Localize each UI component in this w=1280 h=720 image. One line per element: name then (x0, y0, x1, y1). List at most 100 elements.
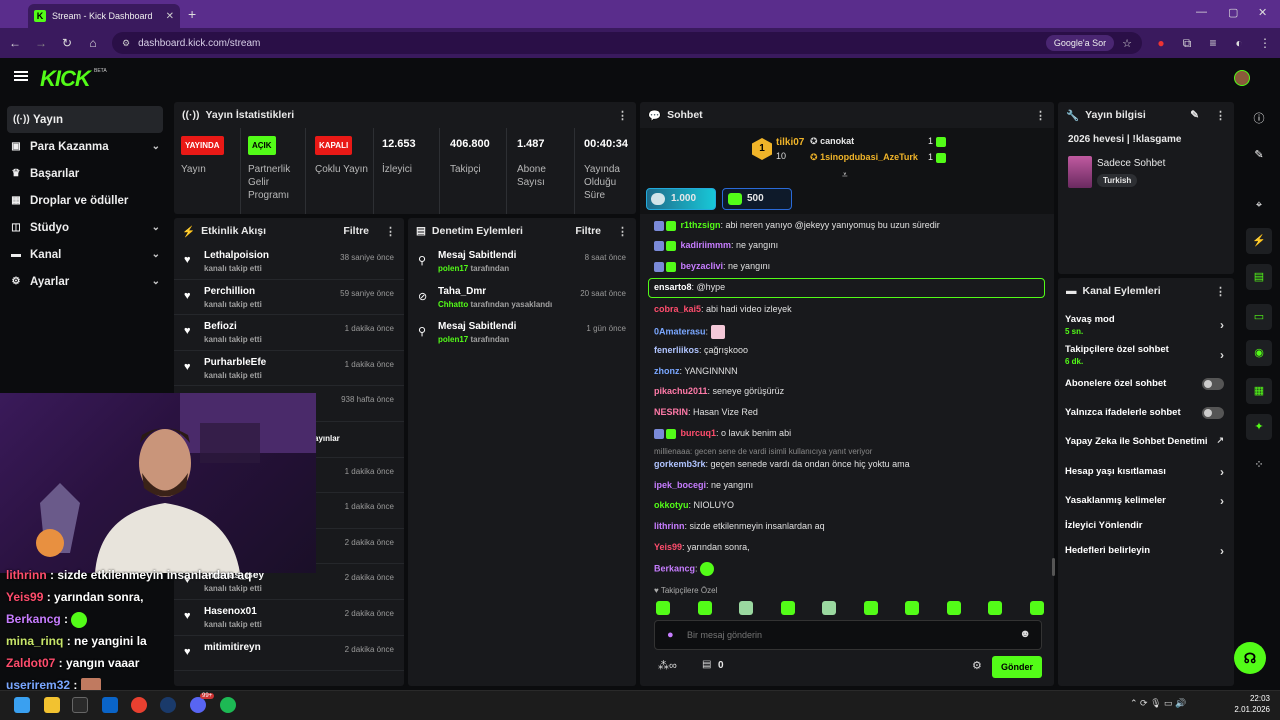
chat-username[interactable]: ensarto8 (654, 282, 692, 292)
wrench-icon[interactable]: ✦ (1246, 414, 1272, 440)
emote-button[interactable] (822, 601, 836, 615)
chat-username[interactable]: burcuq1 (681, 428, 717, 438)
google-ask-button[interactable]: Google'a Sor (1045, 35, 1115, 51)
more-options-icon[interactable]: ⋮ (1035, 109, 1046, 122)
tray-icons[interactable]: ⌃ ⟳ 🎙 ▭ 🔊 (1130, 698, 1186, 709)
filter-button[interactable]: Filtre (575, 225, 601, 237)
leaderboard-name[interactable]: 1sinopdubasi_AzeTurk (820, 152, 918, 162)
emote-button[interactable] (780, 601, 795, 615)
minimize-button[interactable]: — (1196, 6, 1207, 18)
extensions-icon[interactable]: ⧉ (1180, 36, 1194, 51)
channel-action-row[interactable]: İzleyici Yönlendir (1065, 520, 1230, 531)
chrome-icon[interactable] (131, 697, 147, 713)
sidebar-item-ayarlar[interactable]: ⚙ Ayarlar ⌄ (0, 268, 170, 295)
chat-input-box[interactable]: ● ☻ (654, 620, 1042, 650)
toggle-switch[interactable] (1202, 407, 1224, 419)
reload-icon[interactable]: ↻ (60, 36, 74, 50)
chat-username[interactable]: Yeis99 (654, 542, 682, 552)
top-gifter-name[interactable]: tilki07 (776, 137, 804, 148)
chat-username[interactable]: lithrinn (654, 521, 685, 531)
more-options-icon[interactable]: ⋮ (1215, 109, 1226, 122)
emote-button[interactable] (905, 601, 919, 615)
sidebar-item-droplar[interactable]: ▦ Droplar ve ödüller (0, 187, 170, 214)
category-thumbnail[interactable] (1068, 156, 1092, 188)
user-avatar[interactable] (1234, 70, 1250, 86)
focus-icon[interactable]: ⌖ (1246, 192, 1272, 218)
chat-settings-icon[interactable]: ⚙ (972, 659, 982, 672)
more-options-icon[interactable]: ⋮ (385, 225, 396, 238)
moderator-name[interactable]: Chhatto (438, 300, 468, 309)
chat-username[interactable]: zhonz (654, 366, 680, 376)
sidebar-item-yayin[interactable]: ((·)) Yayın (7, 106, 163, 133)
chat-scrollbar[interactable] (1052, 558, 1055, 576)
pen-icon[interactable]: ✎ (1246, 142, 1272, 168)
clock[interactable]: 22:03 2.01.2026 (1226, 693, 1270, 715)
media-icon[interactable]: ≡ (1206, 36, 1220, 50)
browser-tab[interactable]: K Stream - Kick Dashboard ✕ (28, 4, 180, 28)
chat-username[interactable]: ipek_bocegi (654, 480, 706, 490)
emote-button[interactable] (1029, 601, 1044, 615)
sidebar-item-para-kazanma[interactable]: ▣ Para Kazanma ⌄ (0, 133, 170, 160)
info-icon[interactable]: ⓘ (1246, 106, 1272, 132)
notes-icon[interactable]: ▤ (1246, 264, 1272, 290)
more-options-icon[interactable]: ⋮ (1215, 285, 1226, 298)
chat-username[interactable]: kadiriimmm (681, 240, 732, 250)
windows-start-icon[interactable] (14, 697, 30, 713)
emote-button[interactable] (863, 601, 878, 615)
loyalty-points-icon[interactable]: ⁂∞ (658, 659, 677, 672)
window-close-button[interactable]: ✕ (1258, 6, 1267, 19)
channel-action-row[interactable]: Yalnızca ifadelerle sohbet (1065, 407, 1230, 419)
lightning-icon[interactable]: ⚡ (1246, 228, 1272, 254)
category-name[interactable]: Sadece Sohbet (1097, 158, 1165, 169)
tag-chip[interactable]: Turkish (1097, 174, 1138, 187)
url-field[interactable]: ⚙ dashboard.kick.com/stream Google'a Sor… (112, 32, 1142, 54)
chat-username[interactable]: pikachu2011 (654, 386, 708, 396)
toggle-switch[interactable] (1202, 378, 1224, 390)
channel-action-row[interactable]: Yavaş mod 5 sn. › (1065, 314, 1230, 336)
chat-input[interactable] (687, 627, 1007, 643)
outlook-icon[interactable] (102, 697, 118, 713)
channel-action-row[interactable]: Abonelere özel sohbet (1065, 378, 1230, 390)
moderator-name[interactable]: polen17 (438, 264, 468, 273)
channel-action-row[interactable]: Hesap yaşı kısıtlaması › (1065, 465, 1230, 479)
layout-icon[interactable]: ▦ (1246, 378, 1272, 404)
chat-username[interactable]: okkotyu (654, 500, 689, 510)
maximize-button[interactable]: ▢ (1228, 6, 1238, 19)
filter-button[interactable]: Filtre (343, 225, 369, 237)
hamburger-menu-icon[interactable] (14, 70, 28, 82)
leaderboard-name[interactable]: canokat (820, 136, 854, 146)
emote-button[interactable] (697, 601, 712, 615)
chat-username[interactable]: r1thzsign (681, 220, 721, 230)
apps-icon[interactable]: ⁘ (1246, 452, 1272, 478)
home-icon[interactable]: ⌂ (86, 36, 100, 50)
store-icon[interactable] (72, 697, 88, 713)
emote-button[interactable] (946, 601, 961, 615)
send-button[interactable]: Gönder (992, 656, 1042, 678)
kick-logo[interactable]: KICK (40, 66, 91, 92)
extension-record-icon[interactable]: ● (1154, 36, 1168, 50)
collapse-icon[interactable]: ⩡ (842, 170, 848, 181)
sidebar-item-basarilar[interactable]: ♛ Başarılar (0, 160, 170, 187)
discord-icon[interactable] (190, 697, 206, 713)
chat-username[interactable]: 0Amaterasu (654, 326, 706, 336)
broadcast-icon[interactable]: ◉ (1246, 340, 1272, 366)
sidebar-item-kanal[interactable]: ▬ Kanal ⌄ (0, 241, 170, 268)
browser-menu-icon[interactable]: ⋮ (1258, 36, 1272, 50)
profile-icon[interactable]: ◐ (1232, 36, 1246, 50)
site-info-icon[interactable]: ⚙ (122, 38, 130, 49)
spotify-icon[interactable] (220, 697, 236, 713)
emote-button[interactable] (739, 601, 753, 615)
chat-username[interactable]: Berkancg (654, 563, 695, 573)
more-options-icon[interactable]: ⋮ (617, 109, 628, 122)
chat-bubble-icon[interactable]: ▭ (1246, 304, 1272, 330)
channel-action-row[interactable]: Takipçilere özel sohbet 6 dk. › (1065, 344, 1230, 366)
gift-shop-icon[interactable]: ▤ (702, 659, 711, 670)
emote-button[interactable] (656, 601, 670, 615)
back-icon[interactable]: ← (8, 36, 22, 50)
chat-username[interactable]: cobra_kai5 (654, 304, 701, 314)
chat-username[interactable]: beyzacIivi (681, 261, 724, 271)
steam-icon[interactable] (160, 697, 176, 713)
mic-icon[interactable]: ● (667, 629, 674, 641)
channel-action-row[interactable]: Hedefleri belirleyin › (1065, 544, 1230, 558)
chat-username[interactable]: gorkemb3rk (654, 459, 706, 469)
